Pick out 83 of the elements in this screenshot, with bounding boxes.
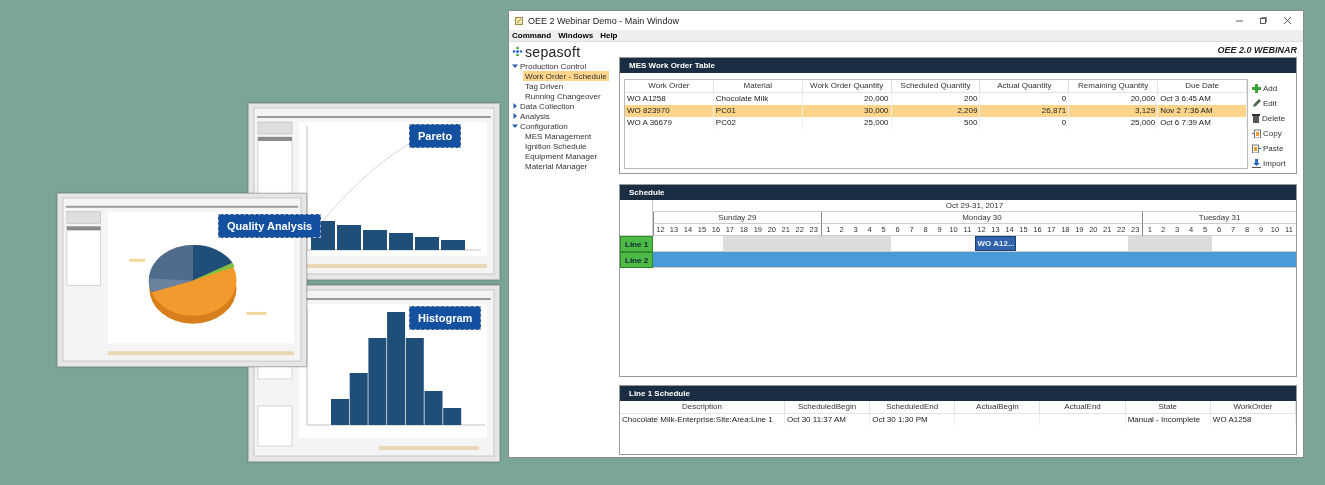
column-header: Actual Quantity [980,80,1070,93]
window-title: OEE 2 Webinar Demo - Main Window [528,15,680,26]
table-cell: WO A1258 [1210,414,1296,426]
day-header: Monday 30 [820,212,1143,224]
table-cell: Nov 2 7:36 AM [1158,105,1247,117]
copy-button[interactable]: Copy [1252,128,1282,139]
table-cell: 500 [891,117,981,129]
column-header: ScheduledBegin [785,401,871,414]
menu-item[interactable]: Command [512,31,552,40]
table-cell: WO 823970 [625,105,714,117]
table-cell: Oct 30 1:30 PM [870,414,956,426]
table-cell: Oct 30 11:37 AM [785,414,871,426]
nav-item[interactable]: MES Management [523,131,594,141]
delete-button[interactable]: Delete [1252,113,1286,124]
chart-caption: Pareto [409,124,462,148]
import-button[interactable]: Import [1252,158,1286,169]
nav-item[interactable]: Running Changeover [523,91,603,101]
column-header: Remaining Quantity [1069,80,1159,93]
table-cell: 0 [980,117,1070,129]
column-header: Due Date [1158,80,1247,93]
nav-group[interactable]: Production Control [512,61,616,71]
nav-item[interactable]: Tag Driven [523,81,566,91]
menu-item[interactable]: Help [600,31,618,40]
column-header: ScheduledEnd [870,401,956,414]
add-button[interactable]: Add [1252,83,1278,94]
pencil-icon [1252,99,1261,108]
panel-title: MES Work Order Table [629,61,715,70]
nav-group[interactable]: Data Collection [512,101,616,111]
edit-button[interactable]: Edit [1252,98,1277,109]
trash-icon [1252,114,1260,123]
column-header: Material [713,80,803,93]
table-row[interactable]: WO 823970 PC01 30,000 2,209 26,871 3,129 Nov 2 7:36 AM [625,105,1247,117]
nav-item[interactable]: Work Order - Schedule [523,71,609,81]
logo-icon [512,46,523,57]
table-cell: 2,209 [891,105,981,117]
table-row[interactable]: WO A 36679 PC02 25,000 500 0 25,000 Oct 6 7:39 AM [625,117,1247,129]
column-header: Work Order [625,80,714,93]
day-header: Tuesday 31 [1142,212,1296,224]
chart-caption: Quality Analysis [218,214,322,238]
table-cell: 25,000 [802,117,892,129]
work-order-block[interactable]: WO A12... [974,236,1017,251]
column-header: Description [620,401,785,414]
table-cell: WO A 36679 [625,117,714,129]
column-header: Work Order Quantity [802,80,892,93]
column-header: ActualBegin [955,401,1041,414]
line-label[interactable]: Line 2 [620,252,653,268]
column-header: Scheduled Quantity [891,80,981,93]
nav-item[interactable]: Material Manager [523,161,590,171]
download-icon [1252,159,1261,168]
app-icon [515,16,523,25]
table-cell: 30,000 [802,105,892,117]
minimize-icon [1236,17,1243,24]
caret-icon [512,63,518,69]
table-cell: 3,129 [1069,105,1159,117]
table-cell: 25,000 [1069,117,1159,129]
column-header: WorkOrder [1210,401,1296,414]
nav-group[interactable]: Analysis [512,111,616,121]
table-cell: PC02 [713,117,803,129]
chart-caption: Histogram [409,306,482,330]
clipboard-icon [1252,129,1261,138]
nav-item[interactable]: Equipment Manager [523,151,600,161]
table-cell: 26,871 [980,105,1070,117]
restore-icon [1260,17,1267,24]
table-cell: PC01 [713,105,803,117]
column-header: ActualEnd [1040,401,1126,414]
nav-item[interactable]: Ignition Schedule [523,141,589,151]
plus-icon [1252,84,1261,93]
day-header: Sunday 29 [653,212,821,224]
banner-title: OEE 2.0 WEBINAR [1217,44,1297,55]
close-icon [1284,17,1291,24]
menu-item[interactable]: Windows [558,31,594,40]
clipboard-icon [1252,144,1261,153]
panel-title: Schedule [629,188,665,197]
date-range: Oct 29-31, 2017 [653,200,1296,212]
table-cell: Chocolate Milk-Enterprise:Site:Area:Line 1 [620,414,785,426]
nav-group[interactable]: Configuration [512,121,616,131]
brand-logo: sepasoft [525,44,581,59]
panel-title: Line 1 Schedule [629,389,690,398]
line-label[interactable]: Line 1 [620,236,653,252]
paste-button[interactable]: Paste [1252,143,1284,154]
table-cell: Manual - Incomplete [1125,414,1211,426]
column-header: State [1125,401,1211,414]
table-cell: Oct 6 7:39 AM [1158,117,1247,129]
